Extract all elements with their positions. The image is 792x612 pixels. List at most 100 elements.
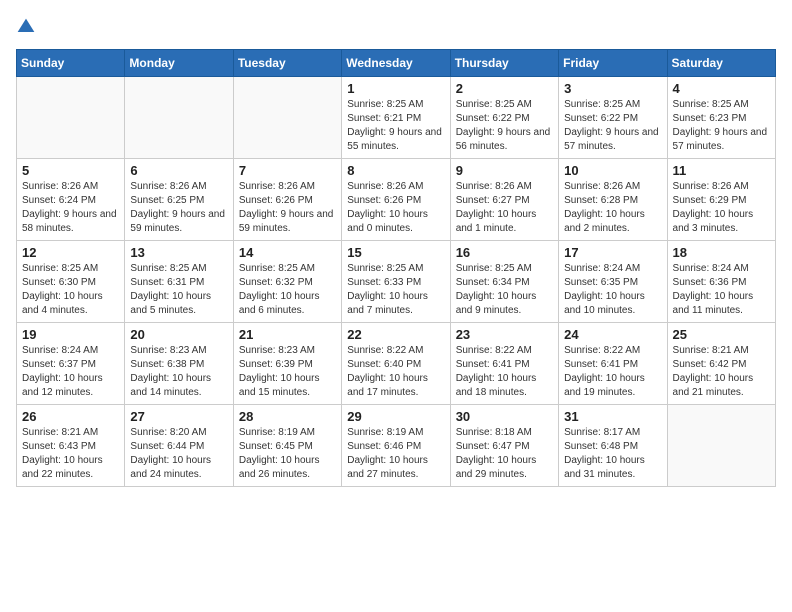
day-info-text: Sunrise: 8:25 AM Sunset: 6:22 PM Dayligh… — [564, 98, 661, 154]
day-info-text: Sunrise: 8:25 AM Sunset: 6:23 PM Dayligh… — [673, 98, 770, 154]
calendar-day-cell: 18 Sunrise: 8:24 AM Sunset: 6:36 PM Dayli… — [667, 241, 775, 323]
day-number: 10 — [564, 163, 661, 178]
calendar-week-row: 12Sunrise: 8:25 AM Sunset: 6:30 PM Dayli… — [17, 241, 776, 323]
calendar-day-cell: 5Sunrise: 8:26 AM Sunset: 6:24 PM Daylig… — [17, 159, 125, 241]
day-info-text: Sunrise: 8:20 AM Sunset: 6:44 PM Dayligh… — [130, 426, 227, 482]
day-number: 13 — [130, 245, 227, 260]
day-info-text: Sunrise: 8:26 AM Sunset: 6:25 PM Dayligh… — [130, 180, 227, 236]
day-number: 1 — [347, 81, 444, 96]
day-number: 2 — [456, 81, 553, 96]
day-info-text: Sunrise: 8:22 AM Sunset: 6:40 PM Dayligh… — [347, 344, 444, 400]
calendar-day-cell: 9Sunrise: 8:26 AM Sunset: 6:27 PM Daylig… — [450, 159, 558, 241]
day-of-week-header: Wednesday — [342, 50, 450, 77]
day-of-week-header: Tuesday — [233, 50, 341, 77]
calendar-day-cell: 1 Sunrise: 8:25 AM Sunset: 6:21 PM Daylig… — [342, 77, 450, 159]
day-number: 29 — [347, 409, 444, 424]
calendar-day-cell: 17 Sunrise: 8:24 AM Sunset: 6:35 PM Dayli… — [559, 241, 667, 323]
calendar-day-cell: 3 Sunrise: 8:25 AM Sunset: 6:22 PM Daylig… — [559, 77, 667, 159]
day-number: 14 — [239, 245, 336, 260]
day-number: 5 — [22, 163, 119, 178]
day-info-text: Sunrise: 8:25 AM Sunset: 6:32 PM Dayligh… — [239, 262, 336, 318]
calendar-day-cell: 20 Sunrise: 8:23 AM Sunset: 6:38 PM Dayli… — [125, 323, 233, 405]
day-info-text: Sunrise: 8:19 AM Sunset: 6:45 PM Dayligh… — [239, 426, 336, 482]
calendar-day-cell: 31Sunrise: 8:17 AM Sunset: 6:48 PM Dayli… — [559, 405, 667, 487]
calendar-week-row: 1 Sunrise: 8:25 AM Sunset: 6:21 PM Daylig… — [17, 77, 776, 159]
day-info-text: Sunrise: 8:24 AM Sunset: 6:35 PM Dayligh… — [564, 262, 661, 318]
day-info-text: Sunrise: 8:21 AM Sunset: 6:42 PM Dayligh… — [673, 344, 770, 400]
day-number: 18 — [673, 245, 770, 260]
day-number: 19 — [22, 327, 119, 342]
calendar-day-cell: 30 Sunrise: 8:18 AM Sunset: 6:47 PM Dayli… — [450, 405, 558, 487]
day-number: 28 — [239, 409, 336, 424]
calendar-day-cell: 21 Sunrise: 8:23 AM Sunset: 6:39 PM Dayli… — [233, 323, 341, 405]
day-info-text: Sunrise: 8:26 AM Sunset: 6:27 PM Dayligh… — [456, 180, 553, 236]
calendar-week-row: 19 Sunrise: 8:24 AM Sunset: 6:37 PM Dayli… — [17, 323, 776, 405]
day-number: 17 — [564, 245, 661, 260]
day-number: 15 — [347, 245, 444, 260]
calendar-day-cell: 19 Sunrise: 8:24 AM Sunset: 6:37 PM Dayli… — [17, 323, 125, 405]
calendar-day-cell: 27Sunrise: 8:20 AM Sunset: 6:44 PM Dayli… — [125, 405, 233, 487]
day-of-week-header: Monday — [125, 50, 233, 77]
calendar-day-cell: 14 Sunrise: 8:25 AM Sunset: 6:32 PM Dayli… — [233, 241, 341, 323]
day-number: 20 — [130, 327, 227, 342]
day-info-text: Sunrise: 8:22 AM Sunset: 6:41 PM Dayligh… — [564, 344, 661, 400]
day-number: 22 — [347, 327, 444, 342]
calendar-day-cell: 8 Sunrise: 8:26 AM Sunset: 6:26 PM Daylig… — [342, 159, 450, 241]
logo — [16, 16, 40, 37]
calendar-week-row: 5Sunrise: 8:26 AM Sunset: 6:24 PM Daylig… — [17, 159, 776, 241]
calendar-header-row: SundayMondayTuesdayWednesdayThursdayFrid… — [17, 50, 776, 77]
day-number: 3 — [564, 81, 661, 96]
day-number: 23 — [456, 327, 553, 342]
day-number: 24 — [564, 327, 661, 342]
day-number: 7 — [239, 163, 336, 178]
day-info-text: Sunrise: 8:24 AM Sunset: 6:36 PM Dayligh… — [673, 262, 770, 318]
calendar-day-cell — [667, 405, 775, 487]
calendar-table: SundayMondayTuesdayWednesdayThursdayFrid… — [16, 49, 776, 487]
calendar-day-cell: 10 Sunrise: 8:26 AM Sunset: 6:28 PM Dayli… — [559, 159, 667, 241]
calendar-day-cell: 13 Sunrise: 8:25 AM Sunset: 6:31 PM Dayli… — [125, 241, 233, 323]
day-number: 4 — [673, 81, 770, 96]
calendar-day-cell: 7Sunrise: 8:26 AM Sunset: 6:26 PM Daylig… — [233, 159, 341, 241]
day-of-week-header: Saturday — [667, 50, 775, 77]
day-of-week-header: Friday — [559, 50, 667, 77]
day-info-text: Sunrise: 8:19 AM Sunset: 6:46 PM Dayligh… — [347, 426, 444, 482]
day-number: 11 — [673, 163, 770, 178]
day-info-text: Sunrise: 8:25 AM Sunset: 6:21 PM Dayligh… — [347, 98, 444, 154]
day-number: 8 — [347, 163, 444, 178]
day-info-text: Sunrise: 8:25 AM Sunset: 6:30 PM Dayligh… — [22, 262, 119, 318]
day-info-text: Sunrise: 8:23 AM Sunset: 6:39 PM Dayligh… — [239, 344, 336, 400]
day-number: 30 — [456, 409, 553, 424]
day-of-week-header: Sunday — [17, 50, 125, 77]
calendar-day-cell: 25 Sunrise: 8:21 AM Sunset: 6:42 PM Dayli… — [667, 323, 775, 405]
day-number: 31 — [564, 409, 661, 424]
day-info-text: Sunrise: 8:18 AM Sunset: 6:47 PM Dayligh… — [456, 426, 553, 482]
day-info-text: Sunrise: 8:26 AM Sunset: 6:28 PM Dayligh… — [564, 180, 661, 236]
day-info-text: Sunrise: 8:24 AM Sunset: 6:37 PM Dayligh… — [22, 344, 119, 400]
day-number: 21 — [239, 327, 336, 342]
calendar-day-cell: 28 Sunrise: 8:19 AM Sunset: 6:45 PM Dayli… — [233, 405, 341, 487]
day-info-text: Sunrise: 8:25 AM Sunset: 6:22 PM Dayligh… — [456, 98, 553, 154]
calendar-day-cell: 26Sunrise: 8:21 AM Sunset: 6:43 PM Dayli… — [17, 405, 125, 487]
calendar-day-cell: 2 Sunrise: 8:25 AM Sunset: 6:22 PM Daylig… — [450, 77, 558, 159]
day-info-text: Sunrise: 8:26 AM Sunset: 6:29 PM Dayligh… — [673, 180, 770, 236]
calendar-day-cell: 15 Sunrise: 8:25 AM Sunset: 6:33 PM Dayli… — [342, 241, 450, 323]
logo-icon — [16, 17, 36, 37]
day-info-text: Sunrise: 8:25 AM Sunset: 6:31 PM Dayligh… — [130, 262, 227, 318]
calendar-day-cell: 12Sunrise: 8:25 AM Sunset: 6:30 PM Dayli… — [17, 241, 125, 323]
calendar-day-cell — [125, 77, 233, 159]
day-info-text: Sunrise: 8:25 AM Sunset: 6:34 PM Dayligh… — [456, 262, 553, 318]
page-header — [16, 16, 776, 37]
day-number: 6 — [130, 163, 227, 178]
day-info-text: Sunrise: 8:25 AM Sunset: 6:33 PM Dayligh… — [347, 262, 444, 318]
day-info-text: Sunrise: 8:22 AM Sunset: 6:41 PM Dayligh… — [456, 344, 553, 400]
day-info-text: Sunrise: 8:23 AM Sunset: 6:38 PM Dayligh… — [130, 344, 227, 400]
calendar-day-cell: 22 Sunrise: 8:22 AM Sunset: 6:40 PM Dayli… — [342, 323, 450, 405]
day-number: 25 — [673, 327, 770, 342]
calendar-day-cell: 11 Sunrise: 8:26 AM Sunset: 6:29 PM Dayli… — [667, 159, 775, 241]
calendar-day-cell: 6 Sunrise: 8:26 AM Sunset: 6:25 PM Daylig… — [125, 159, 233, 241]
calendar-day-cell: 24 Sunrise: 8:22 AM Sunset: 6:41 PM Dayli… — [559, 323, 667, 405]
day-number: 16 — [456, 245, 553, 260]
day-of-week-header: Thursday — [450, 50, 558, 77]
calendar-day-cell: 29 Sunrise: 8:19 AM Sunset: 6:46 PM Dayli… — [342, 405, 450, 487]
day-info-text: Sunrise: 8:26 AM Sunset: 6:26 PM Dayligh… — [347, 180, 444, 236]
